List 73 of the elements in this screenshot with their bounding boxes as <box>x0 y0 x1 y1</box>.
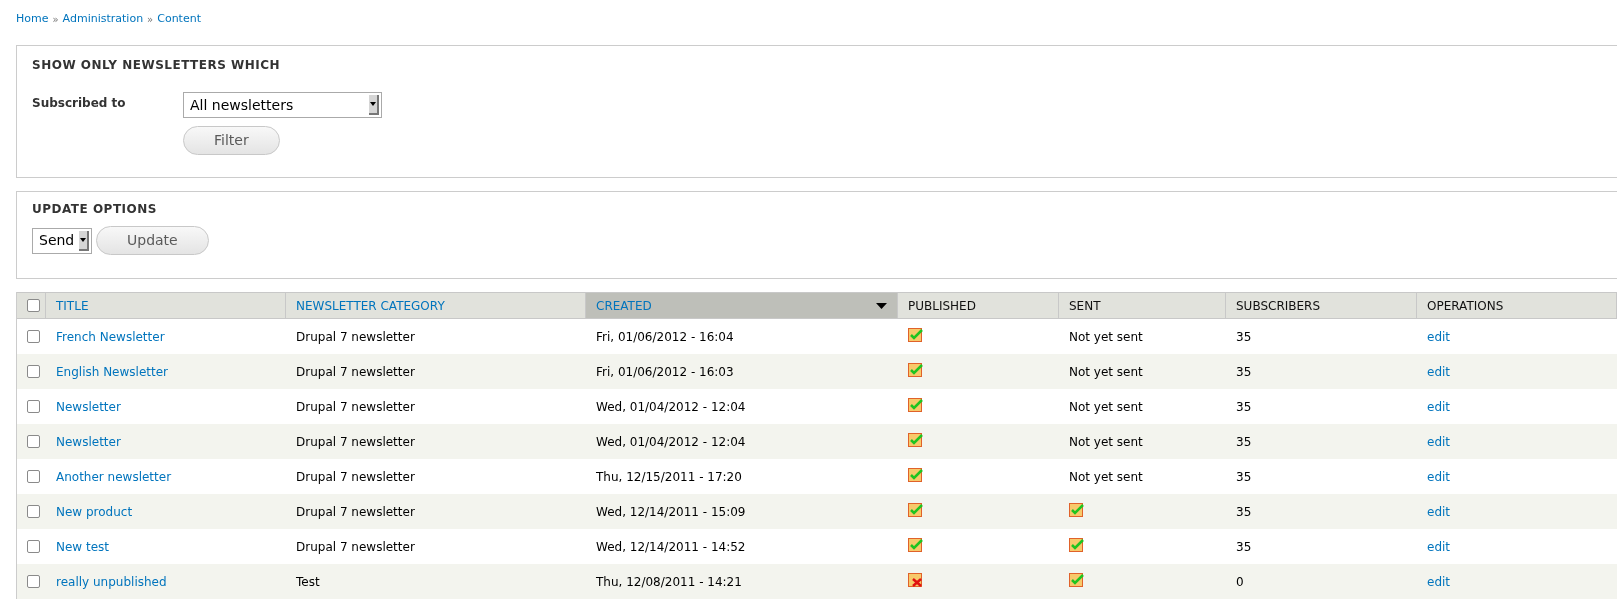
table-cell: Test <box>296 574 320 589</box>
panel-title: SHOW ONLY NEWSLETTERS WHICH <box>32 57 282 74</box>
table-cell: Fri, 01/06/2012 - 16:04 <box>596 329 734 344</box>
table-cell: Not yet sent <box>1069 434 1143 449</box>
edit-link[interactable]: edit <box>1427 364 1451 379</box>
newsletter-title-link[interactable]: English Newsletter <box>56 364 168 379</box>
panel-title: UPDATE OPTIONS <box>32 201 158 218</box>
breadcrumb-link[interactable]: Administration <box>62 10 144 28</box>
table-cell: 35 <box>1236 329 1252 344</box>
table-cell: Thu, 12/15/2011 - 17:20 <box>596 469 742 484</box>
breadcrumb-separator: » <box>52 12 59 27</box>
table-cell: 35 <box>1236 504 1252 519</box>
table-cell: Wed, 12/14/2011 - 14:52 <box>596 539 746 554</box>
breadcrumb-separator: » <box>147 12 154 27</box>
newsletter-title-link[interactable]: Newsletter <box>56 399 121 414</box>
table-cell: Drupal 7 newsletter <box>296 399 415 414</box>
breadcrumb-link[interactable]: Home <box>16 10 49 28</box>
checkbox[interactable] <box>27 299 40 312</box>
sort-arrow-icon <box>876 302 887 309</box>
table-cell: Drupal 7 newsletter <box>296 539 415 554</box>
table-cell: Wed, 01/04/2012 - 12:04 <box>596 399 746 414</box>
dropdown-select[interactable]: Send <box>32 227 92 254</box>
table-cell: 35 <box>1236 399 1252 414</box>
table-cell: Wed, 12/14/2011 - 15:09 <box>596 504 746 519</box>
newsletter-title-link[interactable]: New test <box>56 539 110 554</box>
checkbox[interactable] <box>27 435 40 448</box>
table-cell: Thu, 12/08/2011 - 14:21 <box>596 574 742 589</box>
edit-link[interactable]: edit <box>1427 574 1451 589</box>
newsletter-title-link[interactable]: really unpublished <box>56 574 167 589</box>
table-cell: Drupal 7 newsletter <box>296 364 415 379</box>
dropdown-select[interactable]: All newsletters <box>183 92 382 118</box>
breadcrumb-link[interactable]: Content <box>157 10 201 28</box>
checkbox[interactable] <box>27 575 40 588</box>
column-header: SUBSCRIBERS <box>1226 293 1417 318</box>
newsletter-title-link[interactable]: Newsletter <box>56 434 121 449</box>
field-label: Subscribed to <box>32 95 127 112</box>
update-button[interactable]: Update <box>96 226 209 255</box>
checkbox[interactable] <box>27 505 40 518</box>
edit-link[interactable]: edit <box>1427 469 1451 484</box>
table-cell: Drupal 7 newsletter <box>296 469 415 484</box>
edit-link[interactable]: edit <box>1427 539 1451 554</box>
edit-link[interactable]: edit <box>1427 434 1451 449</box>
table-cell: 35 <box>1236 434 1252 449</box>
newsletter-title-link[interactable]: French Newsletter <box>56 329 165 344</box>
table-cell: Wed, 01/04/2012 - 12:04 <box>596 434 746 449</box>
table-cell: Not yet sent <box>1069 364 1143 379</box>
table-cell: Fri, 01/06/2012 - 16:03 <box>596 364 734 379</box>
checkbox[interactable] <box>27 365 40 378</box>
edit-link[interactable]: edit <box>1427 399 1451 414</box>
filter-button[interactable]: Filter <box>183 126 280 155</box>
edit-link[interactable]: edit <box>1427 504 1451 519</box>
table-cell: Drupal 7 newsletter <box>296 434 415 449</box>
table-cell: Drupal 7 newsletter <box>296 504 415 519</box>
table-cell: Not yet sent <box>1069 329 1143 344</box>
column-header[interactable]: TITLE <box>46 293 286 318</box>
table-cell: Not yet sent <box>1069 399 1143 414</box>
table-cell: Not yet sent <box>1069 469 1143 484</box>
table-cell: 0 <box>1236 574 1244 589</box>
table-cell: 35 <box>1236 364 1252 379</box>
checkbox[interactable] <box>27 330 40 343</box>
column-header[interactable]: CREATED <box>586 293 898 318</box>
checkbox[interactable] <box>27 400 40 413</box>
edit-link[interactable]: edit <box>1427 329 1451 344</box>
checkbox[interactable] <box>27 540 40 553</box>
column-header: PUBLISHED <box>898 293 1059 318</box>
newsletter-title-link[interactable]: Another newsletter <box>56 469 172 484</box>
newsletter-title-link[interactable]: New product <box>56 504 133 519</box>
table-cell: 35 <box>1236 539 1252 554</box>
column-header: OPERATIONS <box>1417 293 1617 318</box>
column-header: SENT <box>1059 293 1226 318</box>
table-cell: 35 <box>1236 469 1252 484</box>
table-cell: Drupal 7 newsletter <box>296 329 415 344</box>
checkbox[interactable] <box>27 470 40 483</box>
